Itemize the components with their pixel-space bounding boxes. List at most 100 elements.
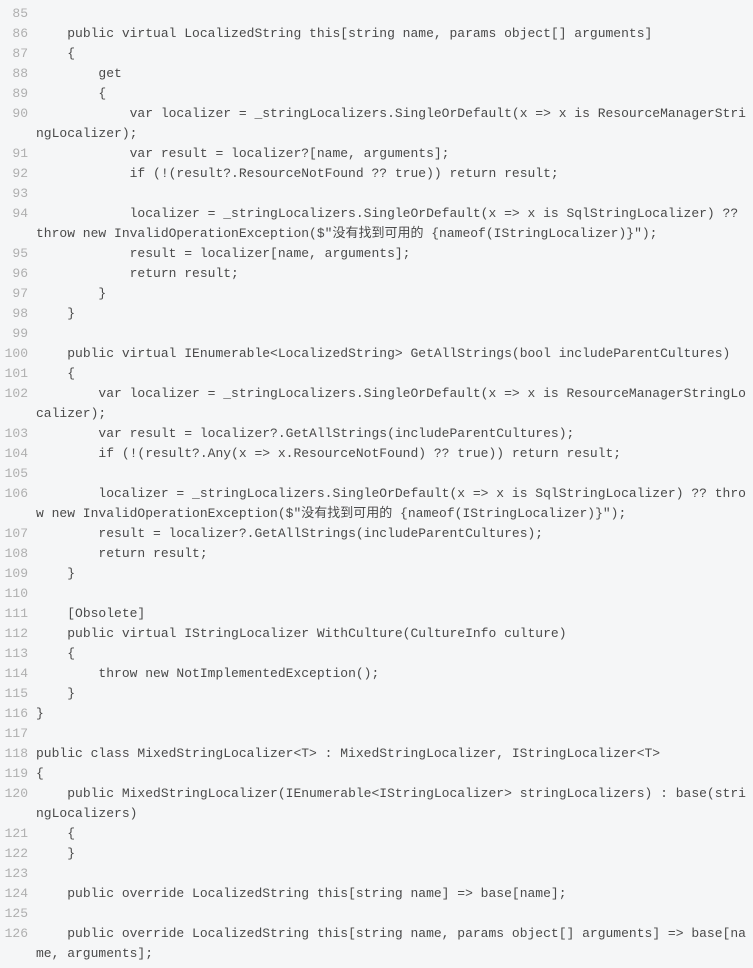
code-line xyxy=(36,584,753,604)
line-number: 108 xyxy=(0,544,36,564)
line-number: 100 xyxy=(0,344,36,364)
line-number: 125 xyxy=(0,904,36,924)
code-row: 88 get xyxy=(0,64,753,84)
code-row: 101 { xyxy=(0,364,753,384)
code-line: public class MixedStringLocalizer<T> : M… xyxy=(36,744,753,764)
code-row: 104 if (!(result?.Any(x => x.ResourceNot… xyxy=(0,444,753,464)
code-row: 95 result = localizer[name, arguments]; xyxy=(0,244,753,264)
code-line: } xyxy=(36,704,753,724)
code-row: 93 xyxy=(0,184,753,204)
code-row: 103 var result = localizer?.GetAllString… xyxy=(0,424,753,444)
line-number: 89 xyxy=(0,84,36,104)
line-number: 87 xyxy=(0,44,36,64)
code-row: 117 xyxy=(0,724,753,744)
code-row: 121 { xyxy=(0,824,753,844)
line-number: 106 xyxy=(0,484,36,524)
code-line: var result = localizer?.GetAllStrings(in… xyxy=(36,424,753,444)
code-row: 119{ xyxy=(0,764,753,784)
code-row: 102 var localizer = _stringLocalizers.Si… xyxy=(0,384,753,424)
line-number: 124 xyxy=(0,884,36,904)
line-number: 91 xyxy=(0,144,36,164)
code-line: public MixedStringLocalizer(IEnumerable<… xyxy=(36,784,753,824)
code-line: public virtual LocalizedString this[stri… xyxy=(36,24,753,44)
line-number: 114 xyxy=(0,664,36,684)
code-line: get xyxy=(36,64,753,84)
line-number: 98 xyxy=(0,304,36,324)
code-line: { xyxy=(36,44,753,64)
code-row: 110 xyxy=(0,584,753,604)
code-line xyxy=(36,864,753,884)
line-number: 122 xyxy=(0,844,36,864)
line-number: 105 xyxy=(0,464,36,484)
code-row: 124 public override LocalizedString this… xyxy=(0,884,753,904)
line-number: 118 xyxy=(0,744,36,764)
code-line xyxy=(36,904,753,924)
code-row: 87 { xyxy=(0,44,753,64)
line-number: 102 xyxy=(0,384,36,424)
code-line: { xyxy=(36,824,753,844)
line-number: 110 xyxy=(0,584,36,604)
code-line: { xyxy=(36,364,753,384)
code-line xyxy=(36,324,753,344)
line-number: 85 xyxy=(0,4,36,24)
code-row: 106 localizer = _stringLocalizers.Single… xyxy=(0,484,753,524)
line-number: 97 xyxy=(0,284,36,304)
code-line: var result = localizer?[name, arguments]… xyxy=(36,144,753,164)
code-line: public virtual IEnumerable<LocalizedStri… xyxy=(36,344,753,364)
line-number: 117 xyxy=(0,724,36,744)
code-row: 107 result = localizer?.GetAllStrings(in… xyxy=(0,524,753,544)
code-line: localizer = _stringLocalizers.SingleOrDe… xyxy=(36,204,753,244)
line-number: 94 xyxy=(0,204,36,244)
code-line xyxy=(36,724,753,744)
line-number: 93 xyxy=(0,184,36,204)
line-number: 99 xyxy=(0,324,36,344)
line-number: 115 xyxy=(0,684,36,704)
line-number: 88 xyxy=(0,64,36,84)
code-row: 96 return result; xyxy=(0,264,753,284)
code-line: return result; xyxy=(36,544,753,564)
code-row: 120 public MixedStringLocalizer(IEnumera… xyxy=(0,784,753,824)
code-row: 98 } xyxy=(0,304,753,324)
line-number: 101 xyxy=(0,364,36,384)
line-number: 96 xyxy=(0,264,36,284)
code-line: } xyxy=(36,284,753,304)
code-row: 112 public virtual IStringLocalizer With… xyxy=(0,624,753,644)
line-number: 123 xyxy=(0,864,36,884)
line-number: 95 xyxy=(0,244,36,264)
line-number: 120 xyxy=(0,784,36,824)
line-number: 104 xyxy=(0,444,36,464)
code-line: return result; xyxy=(36,264,753,284)
code-line: var localizer = _stringLocalizers.Single… xyxy=(36,384,753,424)
code-row: 86 public virtual LocalizedString this[s… xyxy=(0,24,753,44)
code-line: { xyxy=(36,84,753,104)
code-row: 114 throw new NotImplementedException(); xyxy=(0,664,753,684)
code-row: 109 } xyxy=(0,564,753,584)
line-number: 111 xyxy=(0,604,36,624)
code-line: result = localizer?.GetAllStrings(includ… xyxy=(36,524,753,544)
code-row: 89 { xyxy=(0,84,753,104)
line-number: 112 xyxy=(0,624,36,644)
code-line: if (!(result?.ResourceNotFound ?? true))… xyxy=(36,164,753,184)
code-row: 92 if (!(result?.ResourceNotFound ?? tru… xyxy=(0,164,753,184)
code-row: 126 public override LocalizedString this… xyxy=(0,924,753,964)
code-line: [Obsolete] xyxy=(36,604,753,624)
line-number: 116 xyxy=(0,704,36,724)
code-row: 99 xyxy=(0,324,753,344)
code-row: 105 xyxy=(0,464,753,484)
code-row: 123 xyxy=(0,864,753,884)
code-row: 94 localizer = _stringLocalizers.SingleO… xyxy=(0,204,753,244)
line-number: 113 xyxy=(0,644,36,664)
code-line: var localizer = _stringLocalizers.Single… xyxy=(36,104,753,144)
code-row: 116} xyxy=(0,704,753,724)
code-row: 91 var result = localizer?[name, argumen… xyxy=(0,144,753,164)
code-row: 118public class MixedStringLocalizer<T> … xyxy=(0,744,753,764)
code-line: if (!(result?.Any(x => x.ResourceNotFoun… xyxy=(36,444,753,464)
code-line xyxy=(36,464,753,484)
line-number: 119 xyxy=(0,764,36,784)
code-row: 100 public virtual IEnumerable<Localized… xyxy=(0,344,753,364)
code-line: result = localizer[name, arguments]; xyxy=(36,244,753,264)
line-number: 121 xyxy=(0,824,36,844)
line-number: 86 xyxy=(0,24,36,44)
code-row: 115 } xyxy=(0,684,753,704)
line-number: 126 xyxy=(0,924,36,964)
